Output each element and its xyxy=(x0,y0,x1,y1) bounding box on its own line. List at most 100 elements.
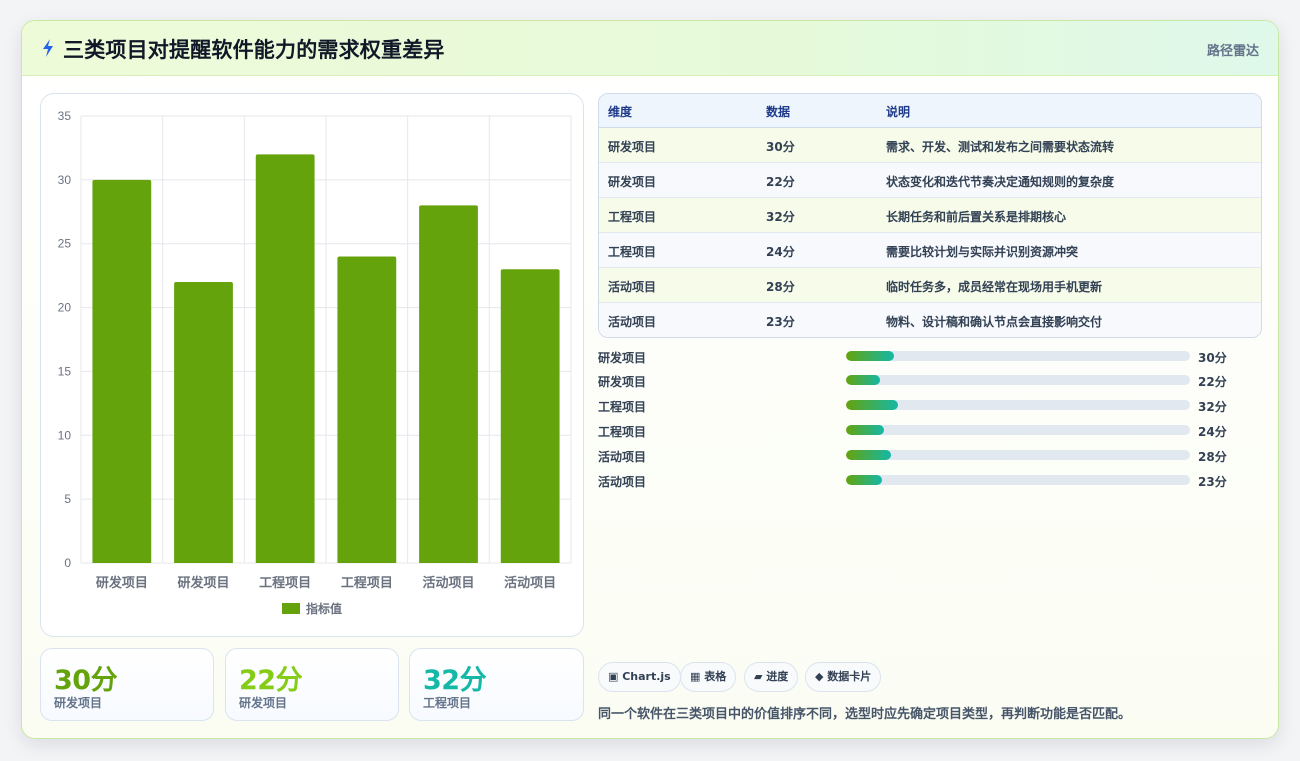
y-tick-label: 20 xyxy=(58,301,72,315)
bar xyxy=(500,269,560,563)
bar xyxy=(337,256,397,563)
progress-fill xyxy=(846,475,883,485)
cell-description: 长期任务和前后置关系是排期核心 xyxy=(886,210,1067,224)
stat-label: 研发项目 xyxy=(239,696,288,710)
x-tick-label: 研发项目 xyxy=(96,575,148,591)
progress-row: 活动项目 23分 xyxy=(598,470,1238,490)
cell-description: 临时任务多，成员经常在现场用手机更新 xyxy=(886,280,1103,294)
chart-panel: 0 5 10 15 20 25 30 35 研发项目 研发项目 工程项目 工程项目 活动项目 活动项目指标… xyxy=(40,93,584,637)
progress-label: 研发项目 xyxy=(598,351,647,365)
chip-table[interactable]: ▦ 表格 xyxy=(680,662,737,692)
x-tick-label: 工程项目 xyxy=(341,576,393,591)
bar xyxy=(92,179,152,563)
progress-fill xyxy=(846,450,891,460)
progress-track xyxy=(846,425,1190,435)
column-header-data: 数据 xyxy=(766,105,791,119)
progress-track xyxy=(846,375,1190,385)
table-row: 活动项目 23分 物料、设计稿和确认节点会直接影响交付 xyxy=(599,303,1261,337)
progress-value: 30分 xyxy=(1198,351,1227,365)
progress-row: 研发项目 30分 xyxy=(598,346,1238,366)
bar xyxy=(419,205,478,563)
y-tick-label: 35 xyxy=(58,109,72,123)
y-tick-label: 0 xyxy=(64,556,71,570)
progress-track xyxy=(846,400,1190,410)
legend-label: 指标值 xyxy=(306,601,342,616)
stat-card-2: 22分 研发项目 xyxy=(225,648,399,721)
legend-swatch xyxy=(282,603,300,614)
cell-dimension: 工程项目 xyxy=(608,245,657,259)
progress-value: 23分 xyxy=(1198,475,1227,489)
stat-card-3: 32分 工程项目 xyxy=(409,648,584,721)
data-table: 维度 数据 说明 研发项目 30分 需求、开发、测试和发布之间需要状态流转 研发… xyxy=(598,93,1262,338)
table-row: 活动项目 28分 临时任务多，成员经常在现场用手机更新 xyxy=(599,268,1261,303)
bar-chart: 0 5 10 15 20 25 30 35 研发项目 研发项目 工程项目 工程项目 活动项目 活动项目指标… xyxy=(58,109,572,616)
stat-card-1: 30分 研发项目 xyxy=(40,648,214,721)
stat-label: 研发项目 xyxy=(54,696,103,710)
x-tick-label: 研发项目 xyxy=(177,575,229,591)
cell-description: 需要比较计划与实际并识别资源冲突 xyxy=(886,245,1079,259)
table-header: 维度 数据 说明 xyxy=(599,94,1261,128)
progress-row: 研发项目 22分 xyxy=(598,370,1238,390)
progress-label: 工程项目 xyxy=(598,400,647,414)
cell-data: 32分 xyxy=(766,210,795,224)
cell-data: 24分 xyxy=(766,245,795,259)
progress-track xyxy=(846,351,1190,361)
lightning-icon xyxy=(43,39,53,57)
y-tick-label: 30 xyxy=(58,173,72,187)
table-row: 研发项目 30分 需求、开发、测试和发布之间需要状态流转 xyxy=(599,128,1261,163)
bar xyxy=(174,282,233,563)
progress-fill xyxy=(846,351,895,361)
cell-dimension: 工程项目 xyxy=(608,210,657,224)
table-row: 研发项目 22分 状态变化和迭代节奏决定通知规则的复杂度 xyxy=(599,163,1261,198)
chip-progress[interactable]: ▰ 进度 xyxy=(744,662,799,692)
stat-label: 工程项目 xyxy=(423,696,472,710)
chip-data-card[interactable]: ◆ 数据卡片 xyxy=(805,662,882,692)
progress-value: 24分 xyxy=(1198,425,1227,439)
header-tag[interactable]: 路径雷达 xyxy=(1207,40,1259,59)
table-row: 工程项目 32分 长期任务和前后置关系是排期核心 xyxy=(599,198,1261,233)
progress-track xyxy=(846,450,1190,460)
y-tick-label: 10 xyxy=(58,428,72,442)
progress-value: 22分 xyxy=(1198,375,1227,389)
y-tick-label: 25 xyxy=(58,237,72,251)
chip-chartjs[interactable]: ▣ Chart.js xyxy=(598,662,681,692)
column-header-dimension: 维度 xyxy=(608,105,633,119)
cell-description: 物料、设计稿和确认节点会直接影响交付 xyxy=(886,315,1103,329)
x-tick-label: 工程项目 xyxy=(259,576,311,591)
cell-data: 28分 xyxy=(766,280,795,294)
header: 三类项目对提醒软件能力的需求权重差异 路径雷达 xyxy=(22,21,1278,76)
progress-label: 研发项目 xyxy=(598,375,647,389)
progress-fill xyxy=(846,375,881,385)
stat-value: 22分 xyxy=(239,665,303,696)
progress-label: 工程项目 xyxy=(598,425,647,439)
y-tick-label: 15 xyxy=(58,364,72,378)
main-card: 三类项目对提醒软件能力的需求权重差异 路径雷达 0 5 10 15 20 25 30 35 研发… xyxy=(21,20,1279,739)
progress-row: 活动项目 28分 xyxy=(598,445,1238,465)
column-header-description: 说明 xyxy=(886,105,911,119)
table-row: 工程项目 24分 需要比较计划与实际并识别资源冲突 xyxy=(599,233,1261,268)
progress-value: 28分 xyxy=(1198,450,1227,464)
cell-dimension: 研发项目 xyxy=(608,140,657,154)
progress-fill xyxy=(846,400,898,410)
bar xyxy=(255,154,315,564)
footnote: 同一个软件在三类项目中的价值排序不同，选型时应先确定项目类型，再判断功能是否匹配… xyxy=(598,707,1132,722)
cell-data: 30分 xyxy=(766,140,795,154)
cell-description: 需求、开发、测试和发布之间需要状态流转 xyxy=(886,140,1115,154)
stat-value: 30分 xyxy=(54,665,118,696)
y-tick-label: 5 xyxy=(64,492,71,506)
progress-label: 活动项目 xyxy=(598,475,647,489)
progress-label: 活动项目 xyxy=(598,450,647,464)
cell-dimension: 活动项目 xyxy=(608,315,657,329)
x-tick-label: 活动项目 xyxy=(504,575,556,591)
cell-dimension: 活动项目 xyxy=(608,280,657,294)
cell-data: 23分 xyxy=(766,315,795,329)
cell-description: 状态变化和迭代节奏决定通知规则的复杂度 xyxy=(886,175,1115,189)
cell-dimension: 研发项目 xyxy=(608,175,657,189)
progress-row: 工程项目 32分 xyxy=(598,395,1238,415)
progress-track xyxy=(846,475,1190,485)
cell-data: 22分 xyxy=(766,175,795,189)
progress-fill xyxy=(846,425,884,435)
x-tick-label: 活动项目 xyxy=(422,575,474,591)
progress-value: 32分 xyxy=(1198,400,1227,414)
page-title: 三类项目对提醒软件能力的需求权重差异 xyxy=(63,38,445,62)
